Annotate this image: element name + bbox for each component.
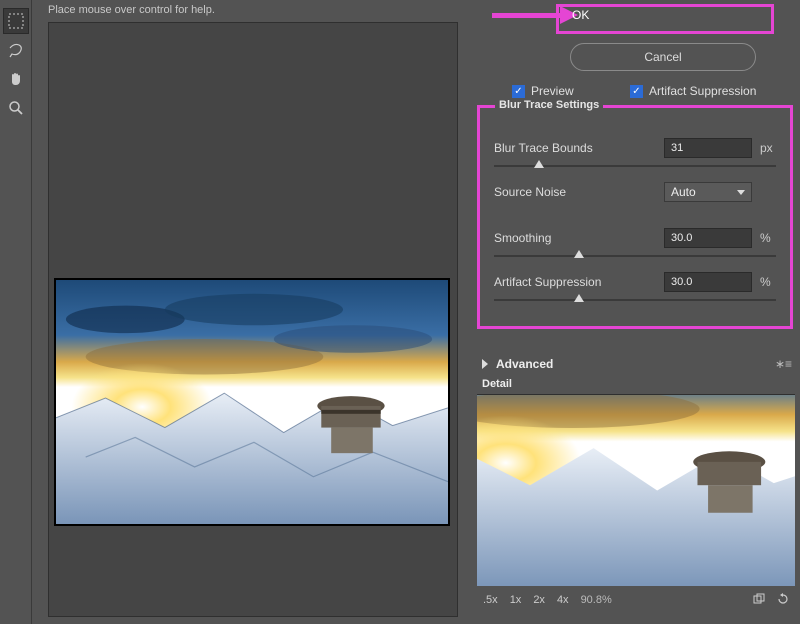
- preview-checkbox-row[interactable]: ✓ Preview: [512, 84, 574, 98]
- marquee-tool-icon[interactable]: [3, 8, 29, 34]
- smoothing-unit: %: [752, 231, 776, 245]
- zoom-1x[interactable]: 1x: [510, 594, 522, 606]
- chevron-down-icon: [737, 190, 745, 195]
- cancel-button[interactable]: Cancel: [570, 43, 756, 71]
- reset-icon[interactable]: [777, 593, 789, 608]
- smoothing-input[interactable]: [664, 228, 752, 248]
- undock-icon[interactable]: [753, 593, 765, 608]
- noise-select[interactable]: Auto: [664, 182, 752, 202]
- checkbox-checked-icon[interactable]: ✓: [630, 85, 643, 98]
- settings-title: Blur Trace Settings: [495, 99, 603, 111]
- artifact-checkbox-row[interactable]: ✓ Artifact Suppression: [630, 84, 756, 98]
- slider-thumb-icon[interactable]: [574, 250, 584, 258]
- panel-menu-icon[interactable]: ∗≡: [775, 357, 792, 371]
- zoom-tool-icon[interactable]: [3, 95, 29, 121]
- bounds-unit: px: [752, 141, 776, 155]
- zoom-2x[interactable]: 2x: [533, 594, 545, 606]
- artifact-unit: %: [752, 275, 776, 289]
- right-panel: OK Cancel ✓ Preview ✓ Artifact Suppressi…: [470, 0, 800, 624]
- preview-image: [54, 278, 450, 526]
- lasso-tool-icon[interactable]: [3, 37, 29, 63]
- triangle-right-icon: [482, 359, 488, 369]
- preview-checkbox-label: Preview: [531, 84, 574, 98]
- preview-canvas[interactable]: [48, 22, 458, 617]
- artifact-checkbox-label: Artifact Suppression: [649, 84, 756, 98]
- smoothing-label: Smoothing: [494, 231, 664, 245]
- bounds-slider[interactable]: [494, 160, 776, 172]
- help-text: Place mouse over control for help.: [48, 4, 215, 16]
- detail-zoom-toolbar: .5x 1x 2x 4x 90.8%: [477, 588, 795, 612]
- detail-preview[interactable]: [477, 394, 795, 586]
- zoom-percent: 90.8%: [581, 594, 612, 606]
- zoom-05x[interactable]: .5x: [483, 594, 498, 606]
- detail-label: Detail: [482, 378, 512, 390]
- bounds-input[interactable]: [664, 138, 752, 158]
- tool-sidebar: [0, 0, 32, 624]
- artifact-input[interactable]: [664, 272, 752, 292]
- smoothing-slider[interactable]: [494, 250, 776, 262]
- zoom-4x[interactable]: 4x: [557, 594, 569, 606]
- slider-thumb-icon[interactable]: [574, 294, 584, 302]
- slider-thumb-icon[interactable]: [534, 160, 544, 168]
- bounds-label: Blur Trace Bounds: [494, 141, 664, 155]
- checkbox-checked-icon[interactable]: ✓: [512, 85, 525, 98]
- artifact-slider[interactable]: [494, 294, 776, 306]
- ok-button[interactable]: OK: [572, 8, 758, 30]
- advanced-disclosure[interactable]: Advanced ∗≡: [482, 352, 792, 376]
- noise-label: Source Noise: [494, 185, 664, 199]
- advanced-label: Advanced: [496, 357, 553, 371]
- hand-tool-icon[interactable]: [3, 66, 29, 92]
- blur-trace-settings-group: Blur Trace Settings Blur Trace Bounds px…: [477, 105, 793, 329]
- artifact-supp-label: Artifact Suppression: [494, 275, 664, 289]
- ok-highlight-box: OK: [556, 4, 774, 34]
- noise-select-value: Auto: [671, 185, 696, 199]
